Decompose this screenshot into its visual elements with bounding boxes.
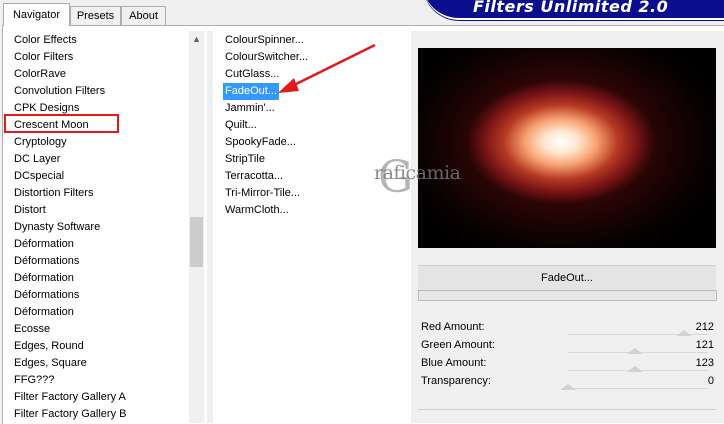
category-item[interactable]: Déformations (14, 287, 79, 304)
tab-navigator[interactable]: Navigator (3, 3, 70, 26)
category-item[interactable]: Color Filters (14, 49, 73, 66)
category-item[interactable]: Dynasty Software (14, 219, 100, 236)
green-amount-label: Green Amount: (421, 339, 495, 351)
category-item[interactable]: Edges, Square (14, 355, 87, 372)
category-item[interactable]: Color Effects (14, 32, 77, 49)
transparency-label: Transparency: (421, 375, 491, 387)
green-amount-value[interactable]: 121 (696, 339, 714, 351)
category-item[interactable]: Distort (14, 202, 46, 219)
tab-presets[interactable]: Presets (70, 6, 121, 25)
controls-divider (418, 409, 716, 410)
category-item[interactable]: FFG??? (14, 372, 54, 389)
red-arrow-icon (278, 43, 376, 93)
transparency-track[interactable] (568, 388, 708, 389)
category-item[interactable]: Distortion Filters (14, 185, 93, 202)
category-item[interactable]: Filter Factory Gallery B (14, 406, 126, 423)
filter-item[interactable]: WarmCloth... (223, 202, 291, 219)
blue-amount-control[interactable]: Blue Amount: 123 (418, 356, 716, 374)
category-item[interactable]: DCspecial (14, 168, 64, 185)
blue-amount-value[interactable]: 123 (696, 357, 714, 369)
watermark-text: raficamia (374, 162, 461, 184)
category-scrollbar[interactable]: ▲ (189, 31, 204, 423)
filter-item[interactable]: Tri-Mirror-Tile... (223, 185, 302, 202)
blue-amount-thumb[interactable] (627, 366, 644, 372)
filter-item[interactable]: Quilt... (223, 117, 259, 134)
transparency-control[interactable]: Transparency: 0 (418, 374, 716, 392)
red-amount-label: Red Amount: (421, 321, 485, 333)
transparency-thumb[interactable] (560, 384, 576, 390)
red-amount-value[interactable]: 212 (696, 321, 714, 333)
green-amount-thumb[interactable] (626, 348, 643, 354)
preview-image (418, 48, 716, 248)
filter-item[interactable]: Terracotta... (223, 168, 285, 185)
category-item[interactable]: Déformation (14, 270, 74, 287)
category-item[interactable]: DC Layer (14, 151, 60, 168)
red-amount-thumb[interactable] (676, 330, 693, 336)
app-title: Filters Unlimited 2.0 (473, 0, 669, 16)
filter-item[interactable]: StripTile (223, 151, 267, 168)
category-item[interactable]: ColorRave (14, 66, 66, 83)
preview-vignette (418, 48, 716, 248)
transparency-value[interactable]: 0 (708, 375, 714, 387)
category-item[interactable]: Edges, Round (14, 338, 84, 355)
scrollbar-thumb[interactable] (190, 217, 203, 267)
category-item[interactable]: Déformation (14, 236, 74, 253)
filter-item[interactable]: Jammin'... (223, 100, 277, 117)
category-item[interactable]: Filter Factory Gallery A (14, 389, 126, 406)
category-highlight-box (4, 114, 119, 133)
tab-about[interactable]: About (121, 6, 166, 25)
chevron-up-icon[interactable]: ▲ (189, 31, 204, 48)
category-item[interactable]: Cryptology (14, 134, 67, 151)
category-list[interactable]: Color Effects Color Filters ColorRave Convo… (3, 31, 188, 423)
category-item[interactable]: Ecosse (14, 321, 50, 338)
category-item[interactable]: Déformation (14, 304, 74, 321)
filter-name-label: FadeOut... (418, 265, 716, 291)
red-amount-control[interactable]: Red Amount: 212 (418, 320, 716, 338)
green-amount-control[interactable]: Green Amount: 121 (418, 338, 716, 356)
category-item[interactable]: Convolution Filters (14, 83, 105, 100)
category-item[interactable]: Déformations (14, 253, 79, 270)
filter-item[interactable]: SpookyFade... (223, 134, 298, 151)
progress-bar (418, 290, 717, 301)
blue-amount-label: Blue Amount: (421, 357, 487, 369)
